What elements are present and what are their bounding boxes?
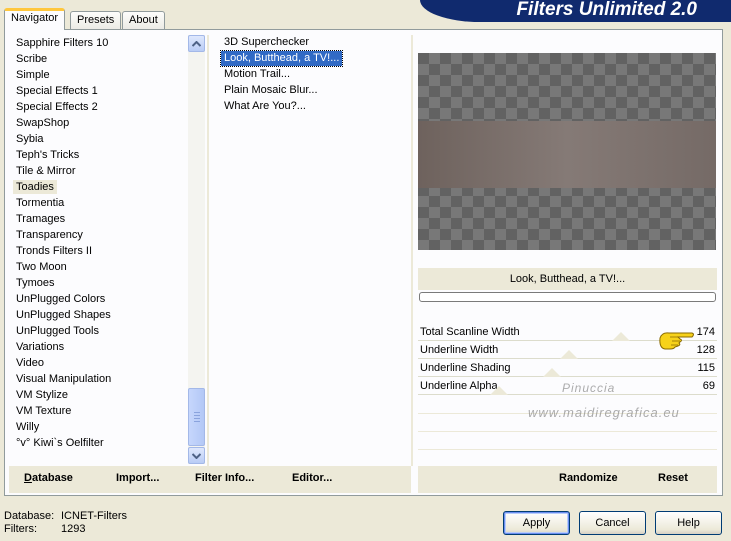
category-item[interactable]: Tymoes [13,276,58,290]
watermark-url: www.maidiregrafica.eu [528,405,680,420]
category-item[interactable]: SwapShop [13,116,72,130]
pointing-hand-icon [658,328,696,353]
category-item[interactable]: VM Texture [13,404,74,418]
category-item[interactable]: VM Stylize [13,388,71,402]
watermark-name: Pinuccia [562,381,616,395]
slider-marker[interactable] [543,368,561,377]
param-label: Total Scanline Width [420,326,520,338]
category-item[interactable]: Two Moon [13,260,70,274]
param-label: Underline Alpha [420,380,498,392]
filter-item[interactable]: Plain Mosaic Blur... [221,83,321,98]
category-item[interactable]: Sapphire Filters 10 [13,36,111,50]
category-item[interactable]: Tronds Filters II [13,244,95,258]
filter-item[interactable]: Motion Trail... [221,67,293,82]
status-label: Database: [4,510,55,522]
tab-about[interactable]: About [122,11,165,29]
preview-filter-name: Look, Butthead, a TV!... [418,268,717,290]
param-value: 128 [696,344,715,356]
category-item[interactable]: Tile & Mirror [13,164,78,178]
category-item[interactable]: UnPlugged Tools [13,324,102,338]
category-item[interactable]: Special Effects 1 [13,84,101,98]
param-label: Underline Shading [420,362,511,374]
status-value: 1293 [61,523,86,535]
category-item[interactable]: Tormentia [13,196,67,210]
database-button[interactable]: Database [24,472,73,484]
command-bar: Randomize Reset [418,466,717,493]
category-item[interactable]: Special Effects 2 [13,100,101,114]
status-value: ICNET-Filters [61,510,127,522]
category-item[interactable]: UnPlugged Shapes [13,308,114,322]
param-value: 69 [702,380,715,392]
preview-effect-band [418,121,716,188]
tab-navigator[interactable]: Navigator [4,8,66,30]
slider-marker[interactable] [560,350,578,359]
category-item[interactable]: Sybia [13,132,47,146]
category-item[interactable]: °v° Kiwi`s Oelfilter [13,436,107,450]
category-item[interactable]: Simple [13,68,53,82]
divider [207,35,209,466]
param-underline-shading[interactable]: Underline Shading 115 [418,359,717,377]
status-database: Database: ICNET-Filters [4,510,127,522]
divider [411,35,413,466]
tab-presets[interactable]: Presets [70,11,122,29]
category-item-selected[interactable]: Toadies [13,180,57,194]
category-item[interactable]: Variations [13,340,67,354]
randomize-button[interactable]: Randomize [559,472,618,484]
command-bar: Database Import... Filter Info... Editor… [9,466,411,493]
category-item[interactable]: UnPlugged Colors [13,292,108,306]
category-item[interactable]: Teph's Tricks [13,148,82,162]
category-scrollbar[interactable] [188,35,205,464]
param-label: Underline Width [420,344,499,356]
empty-param-row [418,431,717,432]
preview-image [418,53,716,250]
slider-marker[interactable] [612,332,630,341]
chevron-up-icon [192,41,201,47]
scroll-thumb[interactable] [188,388,205,446]
category-item[interactable]: Tramages [13,212,68,226]
app-title: Filters Unlimited 2.0 [420,0,731,22]
scroll-up-button[interactable] [188,35,205,52]
filter-item-selected[interactable]: Look, Butthead, a TV!... [219,50,344,67]
empty-param-row [418,449,717,450]
category-item[interactable]: Transparency [13,228,86,242]
reset-button[interactable]: Reset [658,472,688,484]
category-item[interactable]: Video [13,356,47,370]
filter-item[interactable]: 3D Superchecker [221,35,312,50]
status-filters: Filters: 1293 [4,523,85,535]
chevron-down-icon [192,453,201,459]
param-value: 174 [696,326,715,338]
category-list[interactable]: Sapphire Filters 10 Scribe Simple Specia… [7,35,190,464]
param-value: 115 [697,362,715,374]
import-button[interactable]: Import... [116,472,159,484]
category-item[interactable]: Willy [13,420,42,434]
help-button[interactable]: Help [655,511,722,535]
scroll-down-button[interactable] [188,447,205,464]
category-item[interactable]: Visual Manipulation [13,372,114,386]
slider-marker[interactable] [490,386,508,395]
cancel-button[interactable]: Cancel [579,511,646,535]
progress-bar [419,292,716,302]
category-item[interactable]: Scribe [13,52,50,66]
filter-item[interactable]: What Are You?... [221,99,309,114]
status-label: Filters: [4,523,37,535]
filter-info-button[interactable]: Filter Info... [195,472,254,484]
editor-button[interactable]: Editor... [292,472,332,484]
apply-button[interactable]: Apply [503,511,570,535]
